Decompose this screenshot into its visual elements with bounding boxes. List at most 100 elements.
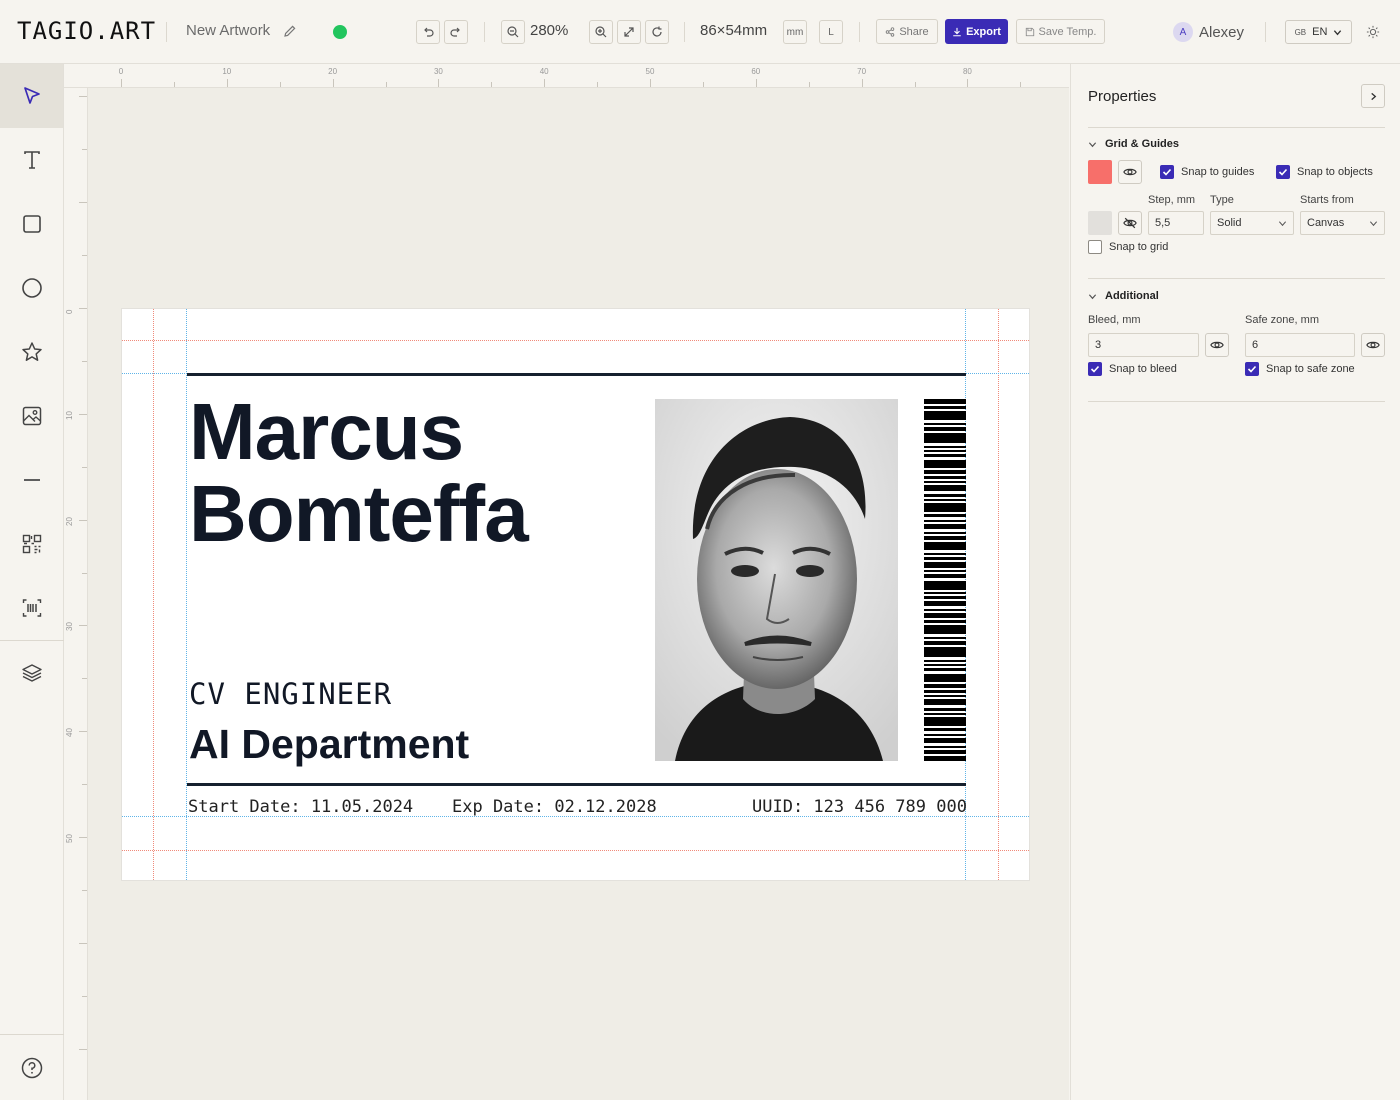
snap-to-grid-checkbox[interactable]: Snap to grid xyxy=(1088,240,1168,254)
bleed-input[interactable]: 3 xyxy=(1088,333,1199,357)
uuid-text[interactable]: UUID: 123 456 789 000 xyxy=(752,797,967,817)
additional-section-toggle[interactable]: Additional xyxy=(1088,290,1159,302)
ruler-tick xyxy=(79,837,87,838)
app-logo[interactable]: TAGIO.ART xyxy=(17,17,156,45)
fit-to-screen-button[interactable] xyxy=(617,20,641,44)
layers-tool[interactable] xyxy=(0,641,63,705)
divider xyxy=(1088,401,1385,402)
snap-to-objects-checkbox[interactable]: Snap to objects xyxy=(1276,165,1373,179)
avatar[interactable]: A xyxy=(1173,22,1193,42)
barcode-bar xyxy=(924,641,966,645)
zoom-out-button[interactable] xyxy=(501,20,525,44)
barcode-graphic[interactable] xyxy=(924,399,966,761)
grid-step-input[interactable]: 5,5 xyxy=(1148,211,1204,235)
grid-type-select[interactable]: Solid xyxy=(1210,211,1294,235)
artwork-dimensions[interactable]: 86×54mm xyxy=(700,22,767,39)
help-tool[interactable] xyxy=(0,1036,63,1100)
checkbox-checked[interactable] xyxy=(1245,362,1259,376)
share-button[interactable]: Share xyxy=(876,19,938,44)
help-circle-icon xyxy=(21,1057,42,1079)
save-template-label: Save Temp. xyxy=(1038,25,1097,38)
role-text[interactable]: CV ENGINEER xyxy=(189,677,392,711)
ruler-label: 50 xyxy=(645,67,655,76)
start-date-text[interactable]: Start Date: 11.05.2024 xyxy=(188,797,413,817)
ruler-tick xyxy=(173,82,175,87)
text-tool[interactable] xyxy=(0,128,63,192)
star-tool[interactable] xyxy=(0,320,63,384)
square-icon xyxy=(22,215,41,233)
image-tool[interactable] xyxy=(0,384,63,448)
barcode-tool[interactable] xyxy=(0,576,63,640)
top-divider-line[interactable] xyxy=(187,373,966,376)
grid-guides-section-toggle[interactable]: Grid & Guides xyxy=(1088,138,1179,150)
name-text[interactable]: Marcus Bomteffa xyxy=(189,391,529,555)
language-select[interactable]: GB EN xyxy=(1285,20,1352,44)
safe-zone-visibility-button[interactable] xyxy=(1361,333,1385,357)
orientation-toggle[interactable]: L xyxy=(819,20,843,44)
artboard-id-card[interactable]: Marcus Bomteffa CV ENGINEER AI Departmen… xyxy=(121,308,1030,881)
chevron-down-icon xyxy=(1334,29,1342,35)
ruler-tick xyxy=(438,79,440,87)
grid-starts-from-select[interactable]: Canvas xyxy=(1300,211,1385,235)
snap-to-safe-zone-checkbox[interactable]: Snap to safe zone xyxy=(1245,362,1355,376)
first-name-text[interactable]: Marcus xyxy=(189,391,528,473)
redo-icon xyxy=(450,27,460,37)
bottom-divider-line[interactable] xyxy=(187,783,966,786)
grid-color-swatch[interactable] xyxy=(1088,211,1112,235)
tools-sidebar xyxy=(0,64,64,1100)
pencil-icon[interactable] xyxy=(283,24,297,38)
ruler-label: 10 xyxy=(222,67,232,76)
reset-zoom-button[interactable] xyxy=(645,20,669,44)
snap-to-bleed-checkbox[interactable]: Snap to bleed xyxy=(1088,362,1177,376)
redo-button[interactable] xyxy=(444,20,468,44)
ruler-tick xyxy=(1020,82,1022,87)
qr-code-tool[interactable] xyxy=(0,512,63,576)
share-icon xyxy=(886,26,895,37)
ellipse-tool[interactable] xyxy=(0,256,63,320)
snap-to-guides-checkbox[interactable]: Snap to guides xyxy=(1160,165,1254,179)
zoom-level[interactable]: 280% xyxy=(530,22,568,39)
rectangle-tool[interactable] xyxy=(0,192,63,256)
guide-color-swatch[interactable] xyxy=(1088,160,1112,184)
horizontal-ruler[interactable]: 0 10 20 30 40 50 60 70 80 xyxy=(64,64,1069,88)
export-button[interactable]: Export xyxy=(945,19,1008,44)
unit-toggle[interactable]: mm xyxy=(783,20,807,44)
ruler-tick xyxy=(82,255,87,257)
last-name-text[interactable]: Bomteffa xyxy=(189,473,529,555)
sun-icon xyxy=(1366,25,1380,39)
user-name[interactable]: Alexey xyxy=(1199,24,1244,41)
eye-icon xyxy=(1123,168,1137,176)
checkbox-checked[interactable] xyxy=(1088,362,1102,376)
portrait-photo[interactable] xyxy=(655,399,898,761)
barcode-bar xyxy=(924,738,966,743)
ruler-tick xyxy=(79,625,87,627)
exp-date-text[interactable]: Exp Date: 02.12.2028 xyxy=(452,797,657,817)
artwork-name[interactable]: New Artwork xyxy=(186,22,270,39)
checkbox-unchecked[interactable] xyxy=(1088,240,1102,254)
checkbox-checked[interactable] xyxy=(1276,165,1290,179)
barcode-bar xyxy=(924,647,966,657)
collapse-panel-button[interactable] xyxy=(1361,84,1385,108)
undo-button[interactable] xyxy=(416,20,440,44)
department-text[interactable]: AI Department xyxy=(189,721,469,768)
safe-zone-input[interactable]: 6 xyxy=(1245,333,1355,357)
select-tool[interactable] xyxy=(0,64,63,128)
guides-visibility-button[interactable] xyxy=(1118,160,1142,184)
vertical-ruler[interactable]: 0 10 20 30 40 50 xyxy=(64,88,88,1100)
barcode-bar xyxy=(924,746,966,748)
grid-visibility-button[interactable] xyxy=(1118,211,1142,235)
bleed-guide xyxy=(122,850,1029,851)
zoom-in-button[interactable] xyxy=(589,20,613,44)
theme-toggle-button[interactable] xyxy=(1361,20,1385,44)
line-icon xyxy=(23,479,40,481)
barcode-bar xyxy=(924,514,966,517)
divider xyxy=(1088,127,1385,128)
bleed-visibility-button[interactable] xyxy=(1205,333,1229,357)
save-template-button[interactable]: Save Temp. xyxy=(1016,19,1105,44)
text-icon xyxy=(23,151,40,169)
checkbox-checked[interactable] xyxy=(1160,165,1174,179)
line-tool[interactable] xyxy=(0,448,63,512)
ruler-label: 40 xyxy=(539,67,549,76)
export-label: Export xyxy=(966,25,1001,38)
divider xyxy=(859,22,860,42)
